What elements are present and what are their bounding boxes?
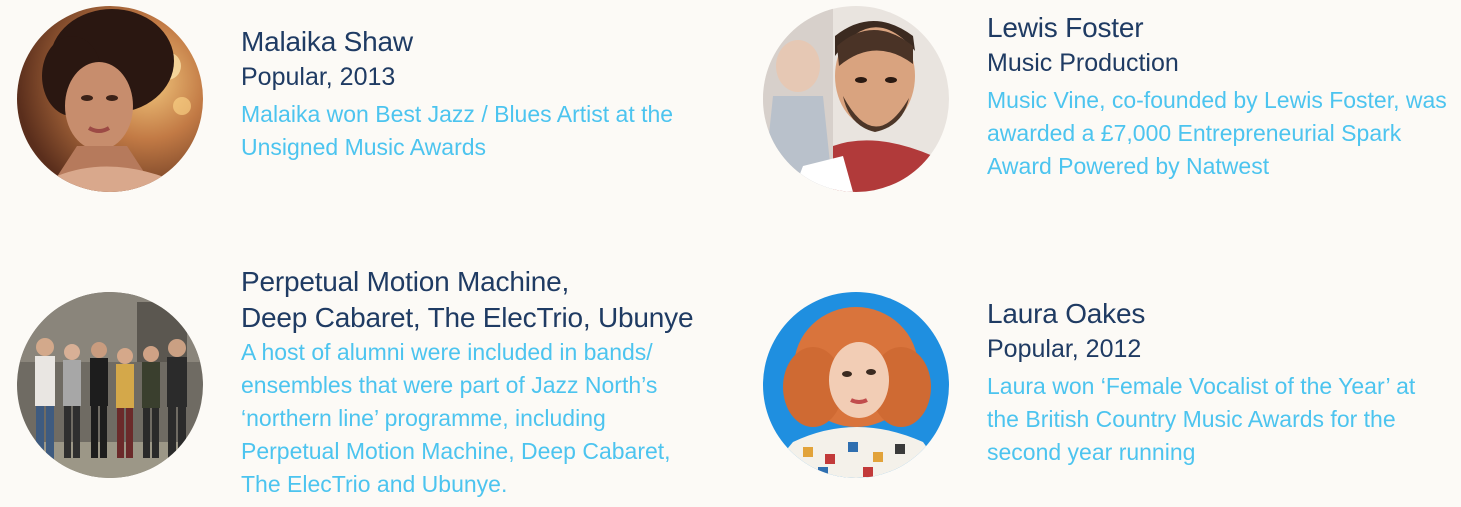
group-photo-image [17, 292, 203, 478]
profile-name: Laura Oakes [987, 298, 1146, 329]
avatar-alumni-bands [17, 292, 203, 478]
profile-text-lewis-foster: Lewis Foster Music Production Music Vine… [987, 10, 1457, 183]
profile-text-laura-oakes: Laura Oakes Popular, 2012 Laura won ‘Fem… [987, 296, 1447, 469]
avatar-malaika-shaw [17, 6, 203, 192]
profile-name: Lewis Foster [987, 12, 1144, 43]
profile-name-line-2: Deep Cabaret, The ElecTrio, Ubunye [241, 302, 694, 333]
avatar-lewis-foster [763, 6, 949, 192]
profile-text-alumni-bands: Perpetual Motion Machine, Deep Cabaret, … [241, 264, 721, 501]
profile-description: A host of alumni were included in bands/… [241, 339, 671, 497]
profile-subtitle: Music Production [987, 49, 1179, 77]
profile-name: Perpetual Motion Machine, Deep Cabaret, … [241, 264, 721, 336]
profile-subtitle: Popular, 2012 [987, 335, 1142, 363]
profile-card-laura-oakes: Laura Oakes Popular, 2012 Laura won ‘Fem… [746, 262, 1461, 492]
avatar-laura-oakes [763, 292, 949, 478]
portrait-image [763, 292, 949, 478]
profile-card-malaika-shaw: Malaika Shaw Popular, 2013 Malaika won B… [0, 0, 720, 230]
profile-description: Laura won ‘Female Vocalist of the Year’ … [987, 373, 1416, 465]
profile-card-alumni-bands: Perpetual Motion Machine, Deep Cabaret, … [0, 262, 720, 507]
portrait-image [17, 6, 203, 192]
portrait-image [763, 6, 949, 192]
profile-subtitle: Popular, 2013 [241, 63, 396, 91]
profile-name: Malaika Shaw [241, 26, 413, 57]
profile-description: Malaika won Best Jazz / Blues Artist at … [241, 101, 674, 160]
profile-card-lewis-foster: Lewis Foster Music Production Music Vine… [746, 0, 1461, 230]
profile-text-malaika-shaw: Malaika Shaw Popular, 2013 Malaika won B… [241, 24, 701, 164]
profile-name-line-1: Perpetual Motion Machine, [241, 266, 570, 297]
profile-description: Music Vine, co-founded by Lewis Foster, … [987, 87, 1447, 179]
